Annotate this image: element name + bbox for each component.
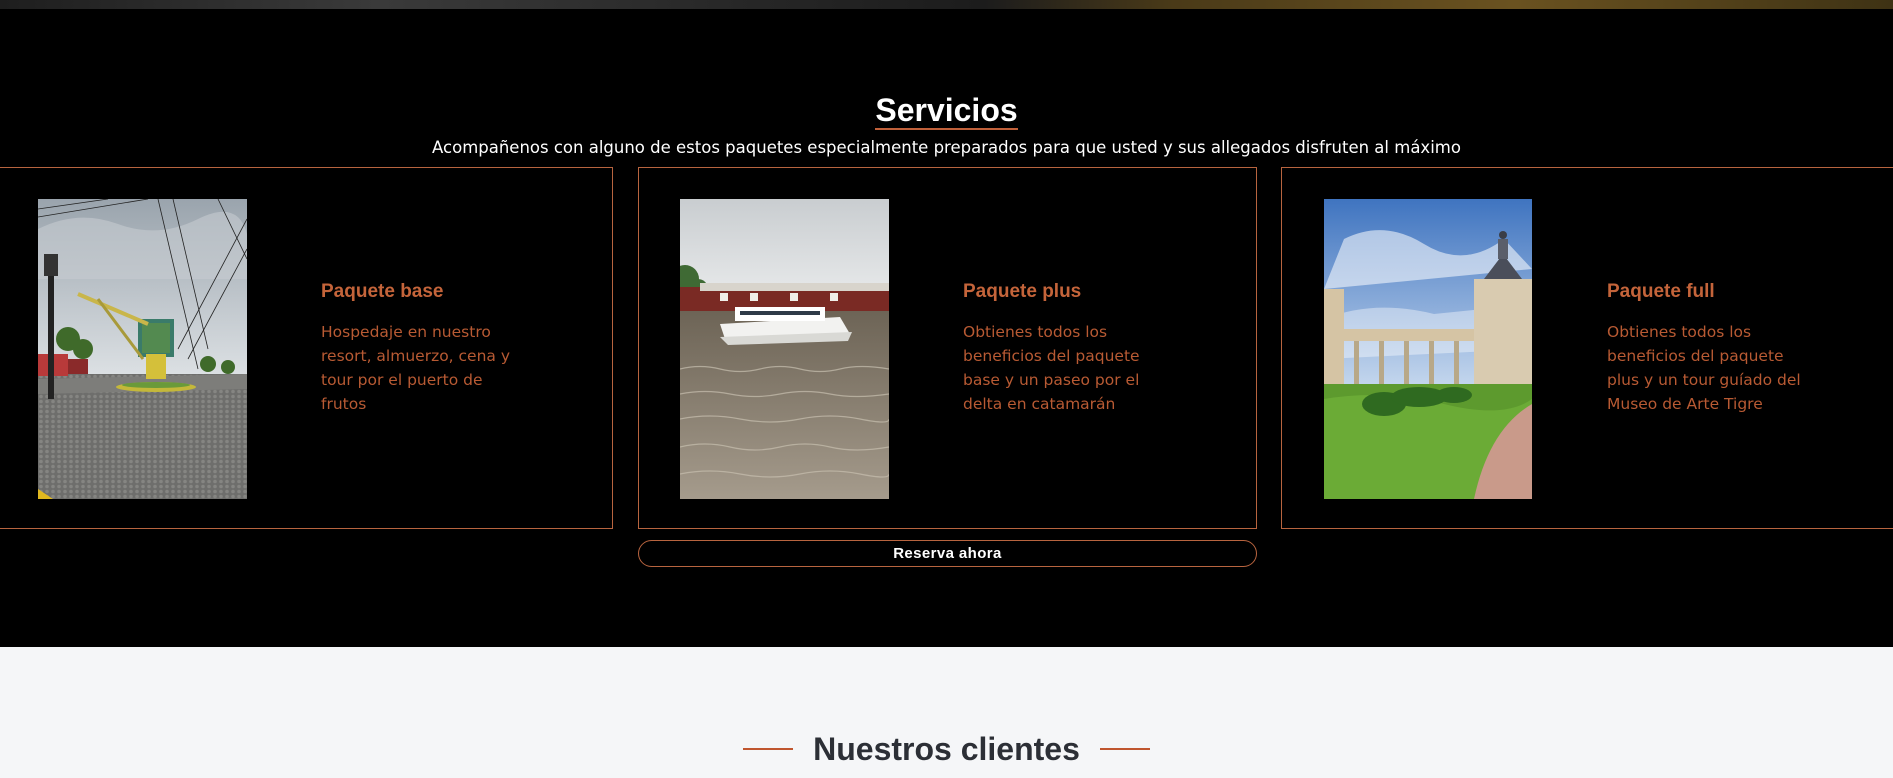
clients-section: Nuestros clientes (0, 647, 1893, 778)
clients-title: Nuestros clientes (813, 731, 1080, 767)
package-description: Obtienes todos los beneficios del paquet… (963, 323, 1140, 413)
package-card-plus: Paquete plus Obtienes todos los benefici… (638, 167, 1257, 529)
clients-heading: Nuestros clientes (0, 729, 1893, 769)
heading-divider-right (1099, 748, 1150, 750)
river-catamaran-photo (680, 199, 889, 499)
package-title: Paquete plus (963, 281, 1082, 302)
reserve-now-button[interactable]: Reserva ahora (638, 540, 1257, 567)
services-subtitle: Acompañenos con alguno de estos paquetes… (432, 138, 1461, 157)
services-title: Servicios (875, 92, 1018, 130)
package-description: Obtienes todos los beneficios del paquet… (1607, 323, 1801, 413)
heading-divider-left (743, 748, 794, 750)
package-description: Hospedaje en nuestro resort, almuerzo, c… (321, 323, 511, 413)
package-card-base: Paquete base Hospedaje en nuestro resort… (0, 167, 613, 529)
package-card-full: Paquete full Obtienes todos los benefici… (1281, 167, 1893, 529)
plaza-crane-photo (38, 199, 247, 499)
package-title: Paquete base (321, 281, 444, 302)
hero-image-bottom-edge (0, 0, 1893, 9)
museum-garden-photo (1324, 199, 1532, 499)
package-title: Paquete full (1607, 281, 1715, 302)
